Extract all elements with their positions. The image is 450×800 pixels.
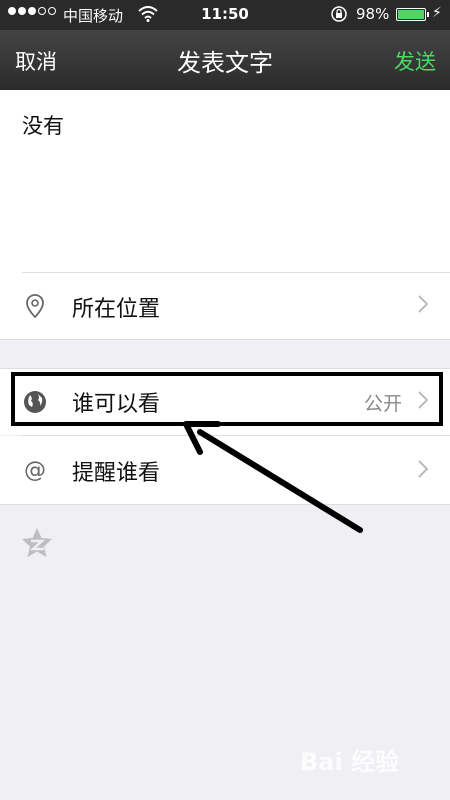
svg-text:@: @ (24, 458, 46, 483)
location-label: 所在位置 (72, 297, 161, 322)
post-text-content[interactable]: 没有 (22, 110, 64, 140)
at-icon: @ (22, 457, 48, 483)
rotation-lock-icon (330, 5, 348, 27)
watermark: Bai 经验 (300, 748, 400, 776)
location-pin-icon (22, 293, 48, 319)
status-bar: 中国移动 11:50 98% ⚡ (0, 0, 450, 30)
qzone-star-icon[interactable] (20, 527, 54, 563)
battery-icon (396, 8, 426, 21)
chevron-right-icon (416, 293, 430, 315)
chevron-right-icon (416, 458, 430, 480)
remind-row[interactable]: @ 提醒谁看 (0, 436, 450, 505)
page-title: 发表文字 (177, 49, 273, 77)
charging-icon: ⚡ (432, 5, 442, 21)
send-button[interactable]: 发送 (394, 46, 436, 76)
navigation-bar: 取消 发表文字 发送 (0, 30, 450, 90)
battery-percentage: 98% (356, 5, 390, 23)
highlight-box (11, 372, 443, 426)
post-text-area[interactable]: 没有 (0, 90, 450, 273)
location-row[interactable]: 所在位置 (0, 273, 450, 340)
remind-label: 提醒谁看 (72, 461, 161, 486)
